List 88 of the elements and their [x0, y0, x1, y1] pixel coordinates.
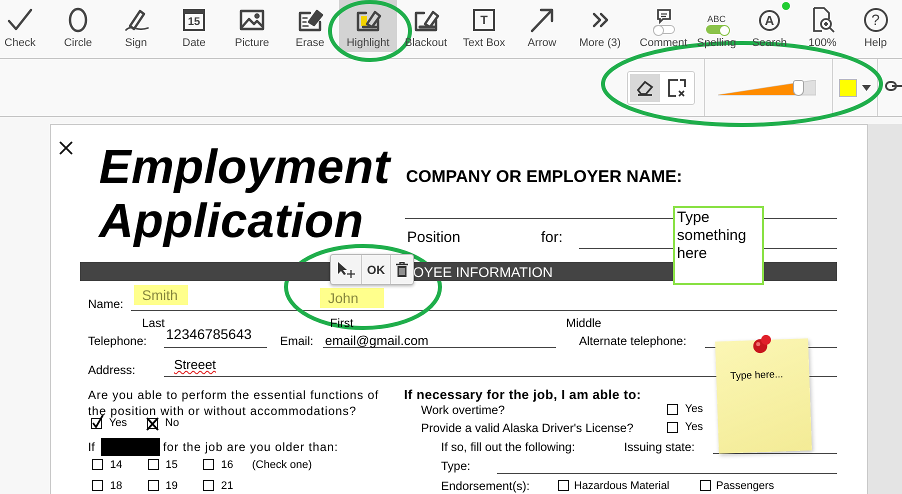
tool-button[interactable]: T Text Box: [455, 0, 513, 52]
tool-button[interactable]: Check: [0, 0, 49, 52]
checkbox[interactable]: [700, 480, 711, 491]
company-label: COMPANY OR EMPLOYER NAME:: [406, 167, 682, 187]
field-label: Alternate telephone:: [579, 334, 686, 348]
field-label: Address:: [88, 363, 136, 377]
checkbox-label: No: [165, 417, 180, 429]
opacity-slider[interactable]: [718, 80, 816, 96]
checkbox-label: Passengers: [716, 480, 774, 492]
checkbox-label: Yes: [685, 421, 703, 433]
field-sublabel: Middle: [566, 316, 602, 330]
checkbox[interactable]: [92, 459, 103, 470]
checkbox[interactable]: [91, 418, 102, 429]
question-text: Are you able to perform the essential functions of the position with or without accommodations?: [88, 387, 380, 418]
tool-button[interactable]: Arrow: [513, 0, 571, 52]
sticky-note-text[interactable]: Type here...: [730, 369, 784, 382]
slider-thumb[interactable]: [793, 80, 804, 96]
section-header: OYEE INFORMATION: [413, 264, 553, 280]
checkbox[interactable]: [667, 422, 678, 433]
checkbox-label: Yes: [685, 403, 703, 415]
help-icon: ?: [864, 8, 888, 32]
move-cursor-icon: [336, 260, 356, 278]
toolbar-button[interactable]: 100%: [796, 0, 849, 52]
field-label: If so, fill out the following:: [441, 440, 576, 454]
field-label: Type:: [441, 459, 470, 473]
trash-icon: [396, 262, 408, 277]
question-text: Work overtime?: [421, 403, 505, 417]
eraser-mode-button[interactable]: [630, 74, 660, 102]
tool-button[interactable]: 15 Date: [165, 0, 223, 52]
tool-button[interactable]: Sign: [107, 0, 165, 52]
text-box-annotation[interactable]: Type something here: [673, 206, 764, 285]
field-label: Issuing state:: [624, 440, 695, 454]
color-swatch[interactable]: [839, 78, 857, 96]
field-value[interactable]: Streeet: [174, 357, 216, 372]
checkbox-label: 16: [221, 459, 234, 471]
field-label: Endorsement(s):: [441, 479, 530, 493]
status-dot: [782, 2, 790, 10]
checkbox[interactable]: [92, 480, 103, 491]
field-sublabel: Last: [142, 316, 165, 330]
text-box-icon: T: [473, 9, 495, 31]
tool-button[interactable]: Circle: [49, 0, 107, 52]
checkbox[interactable]: [203, 480, 214, 491]
toggle-switch[interactable]: [706, 25, 728, 34]
close-icon[interactable]: [59, 141, 73, 155]
position-label: for:: [541, 229, 563, 246]
selection-clear-icon: [668, 78, 686, 96]
field-value[interactable]: 12346785643: [166, 326, 252, 342]
checkbox-label: 21: [221, 480, 234, 492]
question-text: Provide a valid Alaska Driver's License?: [421, 421, 634, 435]
redaction-block: [101, 438, 160, 456]
eraser-icon: [636, 80, 654, 96]
tool-button[interactable]: Picture: [223, 0, 281, 52]
document-title: Employment Application: [99, 141, 390, 249]
ok-button[interactable]: OK: [362, 255, 391, 284]
checkbox-label: 19: [166, 480, 178, 492]
checkbox-label: 14: [110, 459, 122, 471]
checkbox-label: Hazardous Material: [574, 480, 670, 492]
search-icon: A: [759, 10, 780, 30]
checkbox[interactable]: [148, 459, 158, 470]
link-icon[interactable]: [885, 80, 902, 92]
caret-icon[interactable]: [862, 84, 871, 90]
toolbar-button[interactable]: ? Help: [849, 0, 902, 52]
checkbox[interactable]: [667, 404, 678, 415]
hint-text: (Check one): [252, 459, 312, 471]
question-text: for the job are you older than:: [163, 440, 338, 454]
checkbox[interactable]: [558, 480, 569, 491]
arrow-icon: [528, 6, 556, 34]
checkbox-label: Yes: [109, 417, 127, 429]
field-value[interactable]: email@gmail.com: [325, 333, 428, 348]
checkbox[interactable]: [147, 418, 158, 429]
toolbar-button[interactable]: Comment: [637, 0, 690, 52]
tool-button[interactable]: Highlight: [339, 0, 397, 52]
field-label: Email:: [280, 334, 314, 348]
tool-button[interactable]: Erase: [281, 0, 339, 52]
checkbox[interactable]: [203, 459, 214, 470]
tool-button[interactable]: More (3): [571, 0, 629, 52]
checkbox[interactable]: [148, 480, 158, 491]
field-label: Name:: [88, 297, 124, 311]
abc-label: ABC: [707, 14, 726, 24]
toggle-switch[interactable]: [652, 25, 674, 34]
checkbox-label: 15: [166, 459, 178, 471]
speech-bubble-icon: [656, 9, 672, 24]
section-heading: If necessary for the job, I am able to:: [404, 387, 642, 402]
field-label: Telephone:: [88, 334, 147, 348]
calendar-icon: 15: [183, 9, 205, 31]
question-text: If: [88, 440, 95, 454]
position-label: Position: [407, 229, 460, 246]
checkbox-label: 18: [110, 480, 122, 492]
